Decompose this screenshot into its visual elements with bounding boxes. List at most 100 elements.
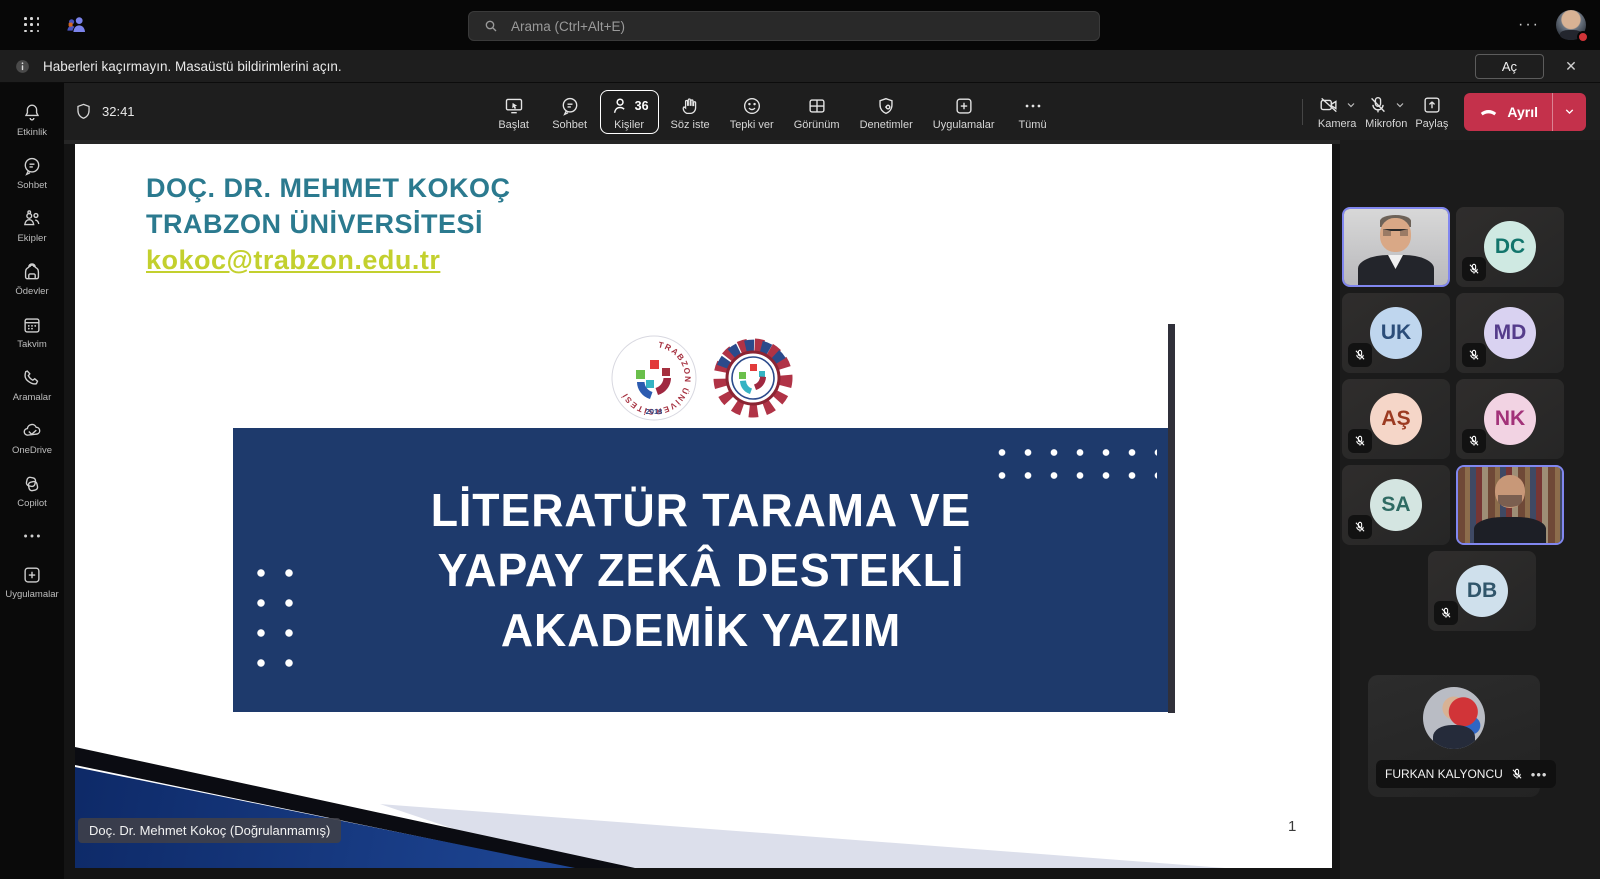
top-bar: Arama (Ctrl+Alt+E) ··· [0, 0, 1600, 50]
grid-view-icon [806, 95, 828, 117]
slide-logos: TRABZON ÜNİVERSİTESİ 2018 [610, 334, 796, 422]
react-button[interactable]: Tepki ver [722, 90, 782, 134]
faculty-logo [710, 335, 796, 421]
meeting-stage: DOÇ. DR. MEHMET KOKOÇ TRABZON ÜNİVERSİTE… [64, 140, 1340, 879]
shared-slide: DOÇ. DR. MEHMET KOKOÇ TRABZON ÜNİVERSİTE… [75, 144, 1332, 868]
participants-panel: DC UK MD AŞ [1340, 140, 1600, 879]
backpack-icon [21, 261, 43, 283]
mic-muted-icon [1348, 515, 1372, 539]
sidebar-item-assignments[interactable]: Ödevler [0, 252, 64, 305]
share-button[interactable]: Paylaş [1415, 94, 1448, 130]
app-launcher-icon[interactable] [15, 8, 49, 42]
university-logo: TRABZON ÜNİVERSİTESİ 2018 [610, 334, 698, 422]
leave-chevron-icon[interactable] [1552, 93, 1586, 131]
share-start-button[interactable]: Başlat [488, 90, 540, 134]
my-video-tile[interactable]: FURKAN KALYONCU ••• [1368, 675, 1540, 797]
people-button[interactable]: 36 Kişiler [600, 90, 659, 134]
titlebar-more-icon[interactable]: ··· [1518, 16, 1540, 34]
participant-tile[interactable]: SA [1342, 465, 1450, 545]
apps-button[interactable]: Uygulamalar [925, 90, 1003, 134]
participant-tile[interactable]: UK [1342, 293, 1450, 373]
camera-off-icon [1317, 94, 1341, 116]
mic-muted-icon [1348, 343, 1372, 367]
shield-icon [74, 102, 93, 121]
participant-initials: DC [1484, 221, 1536, 273]
my-avatar [1423, 687, 1485, 749]
people-count-badge: 36 [635, 99, 649, 113]
smiley-icon [741, 95, 763, 117]
sidebar-more-icon[interactable] [0, 517, 64, 555]
sidebar-item-activity[interactable]: Etkinlik [0, 93, 64, 146]
mic-muted-icon [1434, 601, 1458, 625]
presenter-name-label: Doç. Dr. Mehmet Kokoç (Doğrulanmamış) [78, 818, 341, 843]
mic-muted-icon [1510, 767, 1524, 781]
speaker-video [1344, 209, 1448, 285]
participant-tile[interactable]: AŞ [1342, 379, 1450, 459]
left-rail: Etkinlik Sohbet Ekipler Ödevler Takvim A… [0, 83, 64, 879]
sidebar-item-apps[interactable]: Uygulamalar [0, 555, 64, 608]
tile-more-icon[interactable]: ••• [1531, 767, 1548, 782]
microphone-button[interactable]: Mikrofon [1365, 94, 1407, 130]
mic-muted-icon [1462, 257, 1486, 281]
teams-logo-icon[interactable] [59, 8, 93, 42]
svg-text:2018: 2018 [646, 407, 663, 416]
screenshare-icon [503, 95, 525, 117]
sidebar-item-copilot[interactable]: Copilot [0, 464, 64, 517]
participant-video-tile[interactable] [1342, 207, 1450, 287]
notification-close-icon[interactable]: ✕ [1556, 58, 1586, 75]
raise-hand-button[interactable]: Söz iste [663, 90, 718, 134]
sidebar-item-chat[interactable]: Sohbet [0, 146, 64, 199]
meeting-toolbar: 32:41 Başlat Sohbet 36 [64, 83, 1600, 140]
sidebar-item-teams[interactable]: Ekipler [0, 199, 64, 252]
hangup-icon [1478, 101, 1499, 122]
controls-button[interactable]: Denetimler [852, 90, 921, 134]
share-up-icon [1420, 94, 1444, 116]
participant-tile[interactable]: NK [1456, 379, 1564, 459]
sidebar-item-calendar[interactable]: Takvim [0, 305, 64, 358]
apps-icon [21, 564, 43, 586]
more-actions-button[interactable]: Tümü [1007, 90, 1059, 134]
camera-chevron-icon [1345, 99, 1357, 111]
slide-title-banner: LİTERATÜR TARAMA VE YAPAY ZEKÂ DESTEKLİ … [233, 428, 1169, 712]
leave-button[interactable]: Ayrıl [1464, 93, 1586, 131]
mic-off-icon [1366, 94, 1390, 116]
mic-chevron-icon [1394, 99, 1406, 111]
participant-initials: MD [1484, 307, 1536, 359]
status-busy-dot [1577, 31, 1589, 43]
user-avatar[interactable] [1556, 10, 1586, 40]
presenter-name: DOÇ. DR. MEHMET KOKOÇ [146, 170, 511, 206]
teams-window: Arama (Ctrl+Alt+E) ··· Haberleri kaçırma… [0, 0, 1600, 879]
participant-video-tile[interactable] [1456, 465, 1564, 545]
apps-plus-icon [953, 95, 975, 117]
participant-tile[interactable]: DC [1456, 207, 1564, 287]
search-input[interactable]: Arama (Ctrl+Alt+E) [468, 11, 1100, 41]
presenter-email[interactable]: kokoc@trabzon.edu.tr [146, 242, 511, 278]
participant-initials: SA [1370, 479, 1422, 531]
camera-button[interactable]: Kamera [1317, 94, 1357, 130]
mic-muted-icon [1462, 343, 1486, 367]
cloud-icon [21, 420, 43, 442]
notification-message: Haberleri kaçırmayın. Masaüstü bildiriml… [43, 59, 1463, 74]
calendar-icon [21, 314, 43, 336]
participant-initials: UK [1370, 307, 1422, 359]
people-icon [21, 208, 43, 230]
chat-icon [559, 95, 581, 117]
participant-tile[interactable]: MD [1456, 293, 1564, 373]
toolbar-separator [1302, 99, 1303, 125]
sidebar-item-calls[interactable]: Aramalar [0, 358, 64, 411]
slide-accent-bar [1168, 324, 1175, 713]
more-dots-icon [1022, 95, 1044, 117]
my-name-label: FURKAN KALYONCU ••• [1376, 760, 1556, 788]
sidebar-item-onedrive[interactable]: OneDrive [0, 411, 64, 464]
slide-page-number: 1 [1288, 818, 1296, 835]
mic-muted-icon [1348, 429, 1372, 453]
presenter-university: TRABZON ÜNİVERSİTESİ [146, 206, 511, 242]
participant-tile[interactable]: DB [1428, 551, 1536, 631]
shield-gear-icon [875, 95, 897, 117]
participant-initials: DB [1456, 565, 1508, 617]
view-button[interactable]: Görünüm [786, 90, 848, 134]
chat-button[interactable]: Sohbet [544, 90, 596, 134]
slide-presenter-block: DOÇ. DR. MEHMET KOKOÇ TRABZON ÜNİVERSİTE… [146, 170, 511, 278]
notification-open-button[interactable]: Aç [1475, 54, 1544, 79]
notification-banner: Haberleri kaçırmayın. Masaüstü bildiriml… [0, 50, 1600, 83]
